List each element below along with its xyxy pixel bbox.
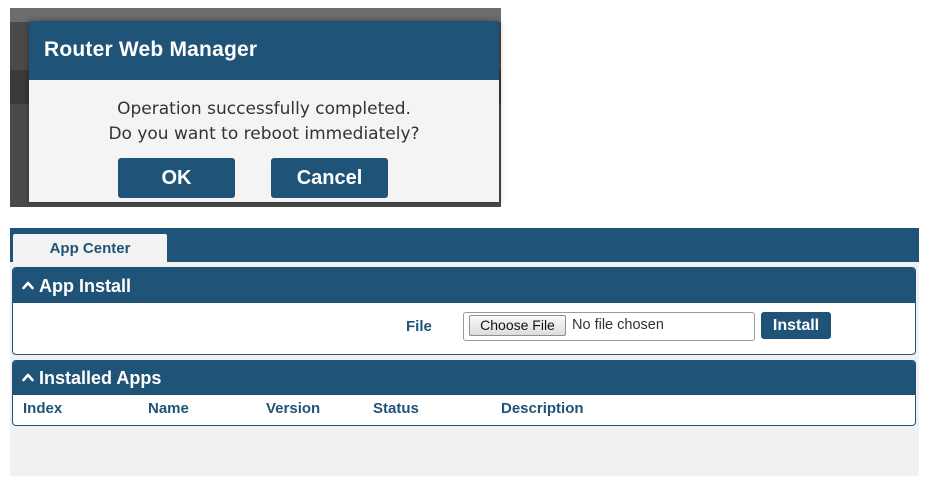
install-button[interactable]: Install (761, 312, 831, 339)
tab-app-center[interactable]: App Center (13, 234, 167, 262)
tab-strip: App Center (10, 228, 919, 262)
chevron-up-icon (22, 373, 34, 382)
choose-file-button[interactable]: Choose File (469, 315, 566, 336)
app-install-section: App Install File Choose File No file cho… (12, 267, 916, 355)
app-install-body: File Choose File No file chosen Install (13, 303, 915, 353)
no-file-chosen-text: No file chosen (572, 317, 664, 333)
app-install-header[interactable]: App Install (13, 268, 915, 303)
installed-apps-header[interactable]: Installed Apps (13, 361, 915, 395)
installed-apps-title: Installed Apps (39, 368, 162, 388)
dialog-title: Router Web Manager (44, 38, 258, 61)
reboot-dialog: Router Web Manager Operation successfull… (29, 21, 499, 202)
column-index: Index (23, 400, 63, 417)
app-center-panel: App Center App Install File Choose File … (10, 228, 919, 476)
dialog-screenshot: Router Web Manager Operation successfull… (10, 8, 501, 207)
column-status: Status (373, 400, 419, 417)
app-install-title: App Install (39, 276, 132, 296)
background-stripe (10, 8, 501, 22)
installed-apps-section: Installed Apps Index Name Version Status… (12, 360, 916, 426)
cancel-button[interactable]: Cancel (271, 158, 388, 198)
column-name: Name (148, 400, 189, 417)
ok-button[interactable]: OK (118, 158, 235, 198)
column-description: Description (501, 400, 584, 417)
file-label: File (406, 318, 432, 335)
dialog-message: Operation successfully completed. Do you… (29, 97, 499, 147)
column-version: Version (266, 400, 321, 417)
dialog-message-line-2: Do you want to reboot immediately? (108, 124, 420, 144)
dialog-message-line-1: Operation successfully completed. (117, 99, 411, 119)
dialog-header: Router Web Manager (29, 21, 499, 80)
installed-apps-table-header: Index Name Version Status Description (13, 395, 915, 423)
file-input[interactable]: Choose File No file chosen (463, 312, 755, 341)
chevron-up-icon (22, 281, 34, 290)
